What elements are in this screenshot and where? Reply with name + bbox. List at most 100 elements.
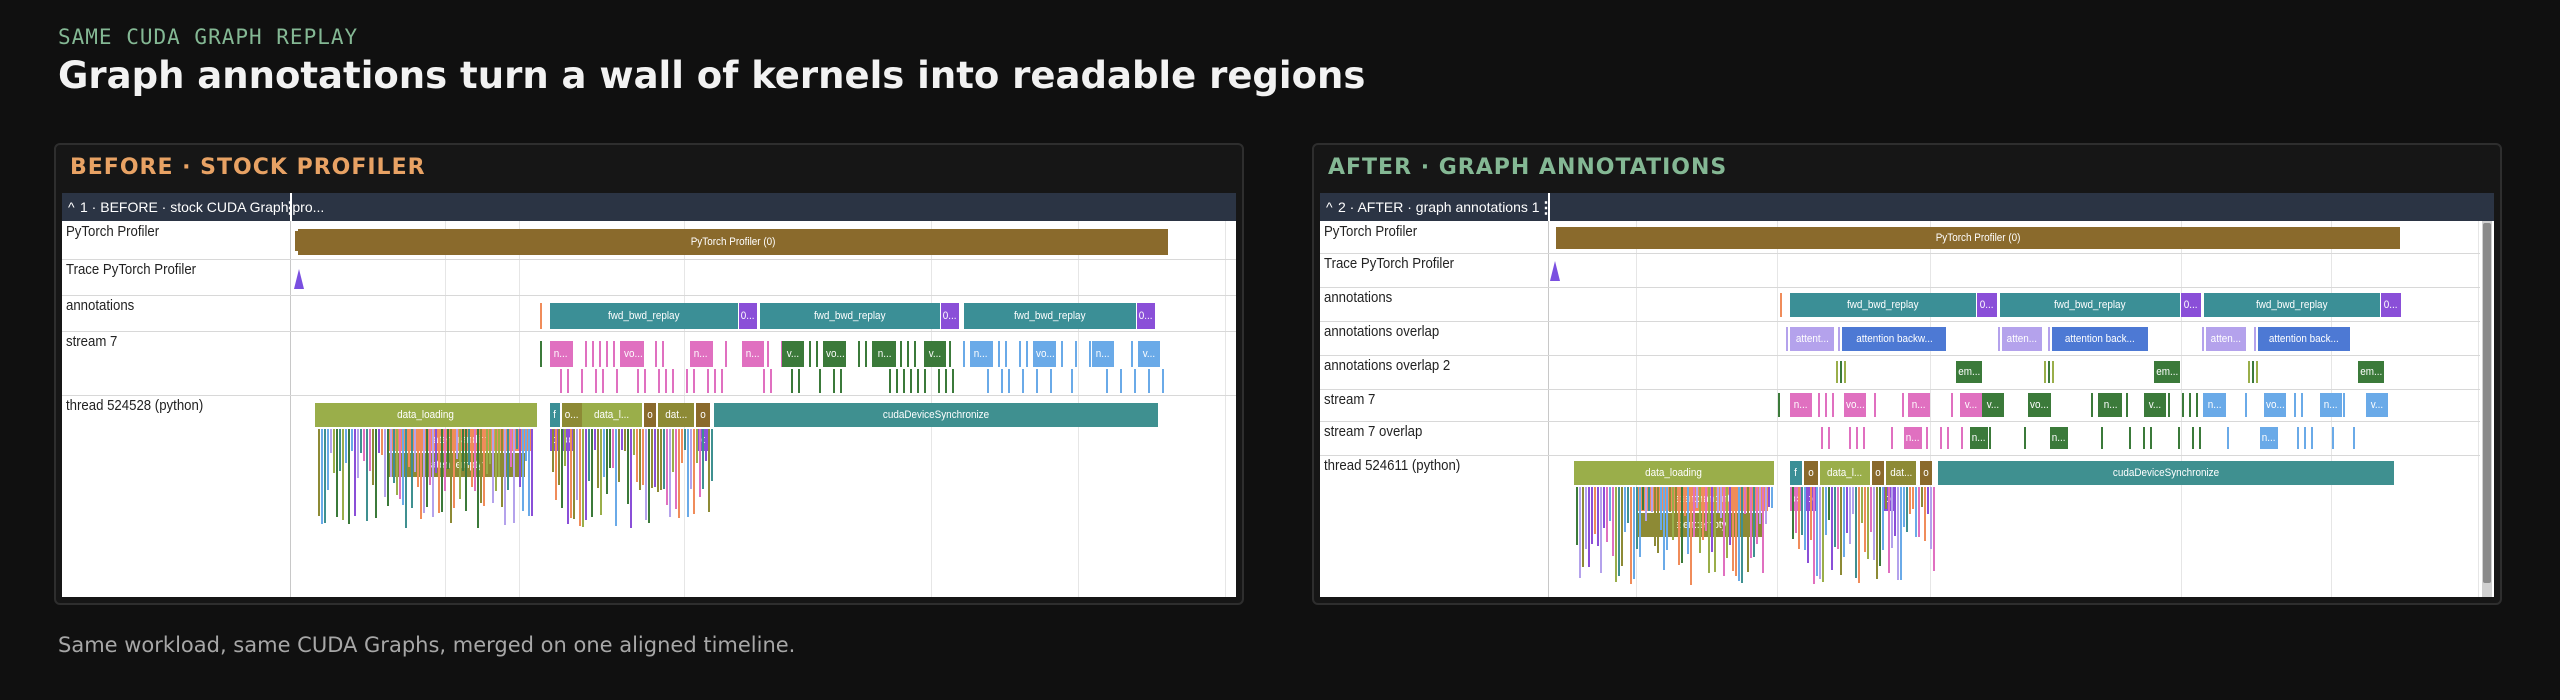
kernel-slice[interactable] (525, 429, 527, 461)
kernel-slice[interactable] (459, 429, 461, 499)
kernel-slice[interactable] (707, 369, 709, 393)
stream-kernel[interactable]: v... (924, 341, 946, 367)
kernel-slice[interactable] (1828, 427, 1830, 449)
kernel-slice[interactable] (1804, 487, 1806, 550)
kernel-slice[interactable] (471, 429, 473, 487)
kernel-slice[interactable] (486, 429, 488, 474)
kernel-slice[interactable] (2168, 393, 2170, 417)
kernel-slice[interactable] (1603, 487, 1605, 528)
kernel-slice[interactable] (606, 341, 608, 367)
kernel-slice[interactable] (2178, 427, 2180, 449)
kernel-slice[interactable] (1022, 369, 1024, 393)
kernel-slice[interactable] (987, 369, 989, 393)
kernel-slice[interactable] (1849, 427, 1851, 449)
kernel-slice[interactable] (357, 429, 359, 478)
kernel-slice[interactable] (1759, 487, 1761, 524)
kernel-slice[interactable] (1834, 487, 1836, 547)
kernel-slice[interactable] (2227, 427, 2229, 449)
kernel-slice[interactable] (702, 429, 704, 489)
kernel-slice[interactable] (1813, 487, 1815, 584)
kernel-slice[interactable] (624, 429, 626, 451)
kernel-slice[interactable] (581, 369, 583, 393)
kernel-slice[interactable] (2254, 327, 2256, 351)
kernel-slice[interactable] (612, 429, 614, 468)
kernel-slice[interactable] (1642, 487, 1644, 510)
kernel-slice[interactable] (639, 429, 641, 490)
kernel-slice[interactable] (345, 429, 347, 463)
kernel-slice[interactable] (1669, 487, 1671, 512)
kernel-slice[interactable] (1801, 487, 1803, 535)
kernel-slice[interactable] (657, 429, 659, 492)
kernel-slice[interactable] (1687, 487, 1689, 554)
kernel-slice[interactable] (714, 369, 716, 393)
kernel-slice[interactable] (387, 429, 389, 506)
kernel-slice[interactable] (687, 429, 689, 517)
kernel-slice[interactable] (1036, 369, 1038, 393)
kernel-slice[interactable] (2252, 361, 2254, 383)
kernel-slice[interactable] (602, 369, 604, 393)
kebab-menu-icon[interactable]: ⋮ (1538, 198, 1554, 218)
kernel-slice[interactable] (399, 429, 401, 499)
kernel-slice[interactable] (1852, 487, 1854, 514)
kernel-slice[interactable] (907, 341, 909, 367)
kernel-slice[interactable] (2150, 427, 2152, 449)
kernel-slice[interactable] (900, 341, 902, 367)
kernel-slice[interactable] (1891, 487, 1893, 548)
kernel-slice[interactable] (889, 369, 891, 393)
kernel-slice[interactable] (1576, 487, 1578, 545)
fwd-bwd-replay-annotation[interactable]: fwd_bwd_replay (550, 303, 738, 329)
stream-kernel[interactable]: vo... (622, 341, 644, 367)
kernel-slice[interactable] (1900, 487, 1902, 580)
kernel-slice[interactable] (1747, 487, 1749, 572)
kernel-slice[interactable] (1818, 393, 1820, 417)
kernel-slice[interactable] (519, 429, 521, 487)
kernel-slice[interactable] (435, 429, 437, 473)
kernel-slice[interactable] (1998, 327, 2000, 351)
kernel-slice[interactable] (1651, 487, 1653, 512)
kernel-slice[interactable] (1131, 341, 1133, 367)
kernel-slice[interactable] (672, 429, 674, 472)
kernel-slice[interactable] (408, 429, 410, 467)
kernel-slice[interactable] (1825, 393, 1827, 417)
kernel-slice[interactable] (423, 429, 425, 513)
kernel-slice[interactable] (655, 341, 657, 367)
kernel-slice[interactable] (1828, 487, 1830, 520)
cuda-device-synchronize-block[interactable]: cudaDeviceSynchronize (714, 403, 1158, 427)
overlap2-block[interactable]: em... (1956, 361, 1982, 383)
kernel-slice[interactable] (613, 341, 615, 367)
kernel-slice[interactable] (651, 429, 653, 488)
kernel-slice[interactable] (468, 429, 470, 465)
kernel-slice[interactable] (1753, 487, 1755, 557)
kernel-slice[interactable] (2245, 393, 2247, 417)
stream-overlap-kernel[interactable]: n... (1970, 427, 1988, 449)
kernel-slice[interactable] (1840, 487, 1842, 575)
kernel-slice[interactable] (1909, 487, 1911, 514)
thread-call-block[interactable]: o (1920, 461, 1932, 485)
kernel-slice[interactable] (585, 429, 587, 520)
overlap2-block[interactable]: em... (2154, 361, 2180, 383)
kernel-slice[interactable] (393, 429, 395, 483)
kernel-slice[interactable] (1897, 487, 1899, 580)
kernel-slice[interactable] (1618, 487, 1620, 576)
kernel-slice[interactable] (1831, 487, 1833, 570)
kernel-slice[interactable] (492, 429, 494, 503)
kernel-slice[interactable] (1863, 427, 1865, 449)
kernel-slice[interactable] (721, 369, 723, 393)
kernel-slice[interactable] (1723, 487, 1725, 576)
kernel-slice[interactable] (1648, 487, 1650, 511)
kernel-slice[interactable] (1162, 369, 1164, 393)
kernel-slice[interactable] (561, 429, 563, 508)
kernel-slice[interactable] (1579, 487, 1581, 578)
after-track-header[interactable]: ^ 2 · AFTER · graph annotations 1 ⋮ (1320, 193, 2494, 221)
thread-call-block[interactable]: data_l... (582, 403, 642, 427)
kernel-slice[interactable] (770, 369, 772, 393)
kernel-slice[interactable] (798, 369, 800, 393)
kernel-slice[interactable] (1961, 427, 1963, 449)
kernel-slice[interactable] (599, 341, 601, 367)
kernel-slice[interactable] (1645, 487, 1647, 521)
kernel-slice[interactable] (1822, 487, 1824, 582)
thread-call-block[interactable]: dat... (1886, 461, 1916, 485)
scrollbar-thumb[interactable] (2483, 223, 2491, 583)
kernel-slice[interactable] (573, 429, 575, 519)
kernel-slice[interactable] (1837, 487, 1839, 549)
